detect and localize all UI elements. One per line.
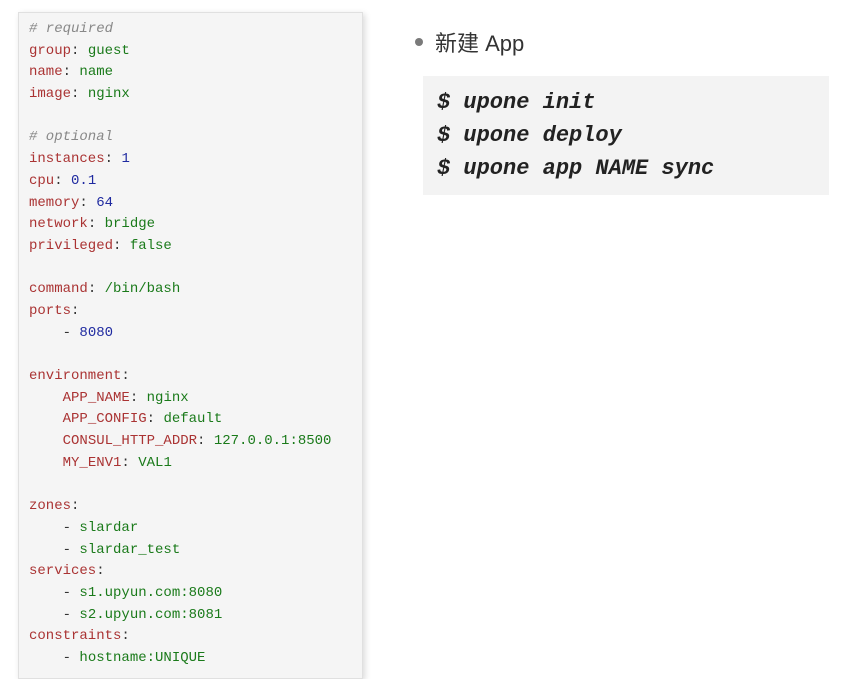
bullet-text: 新建 App	[435, 26, 524, 58]
yaml-code-block: # required group: guest name: name image…	[18, 12, 363, 679]
comment-optional: # optional	[29, 129, 113, 145]
yaml-config-panel: # required group: guest name: name image…	[18, 12, 363, 635]
bullet-icon	[415, 38, 423, 46]
bullet-item: 新建 App	[415, 26, 829, 58]
command-block: $ upone init $ upone deploy $ upone app …	[423, 76, 829, 195]
comment-required: # required	[29, 21, 113, 37]
cmd-line-1: $ upone init	[437, 90, 595, 115]
instructions-panel: 新建 App $ upone init $ upone deploy $ upo…	[411, 12, 829, 635]
cmd-line-2: $ upone deploy	[437, 123, 622, 148]
cmd-line-3: $ upone app NAME sync	[437, 156, 714, 181]
